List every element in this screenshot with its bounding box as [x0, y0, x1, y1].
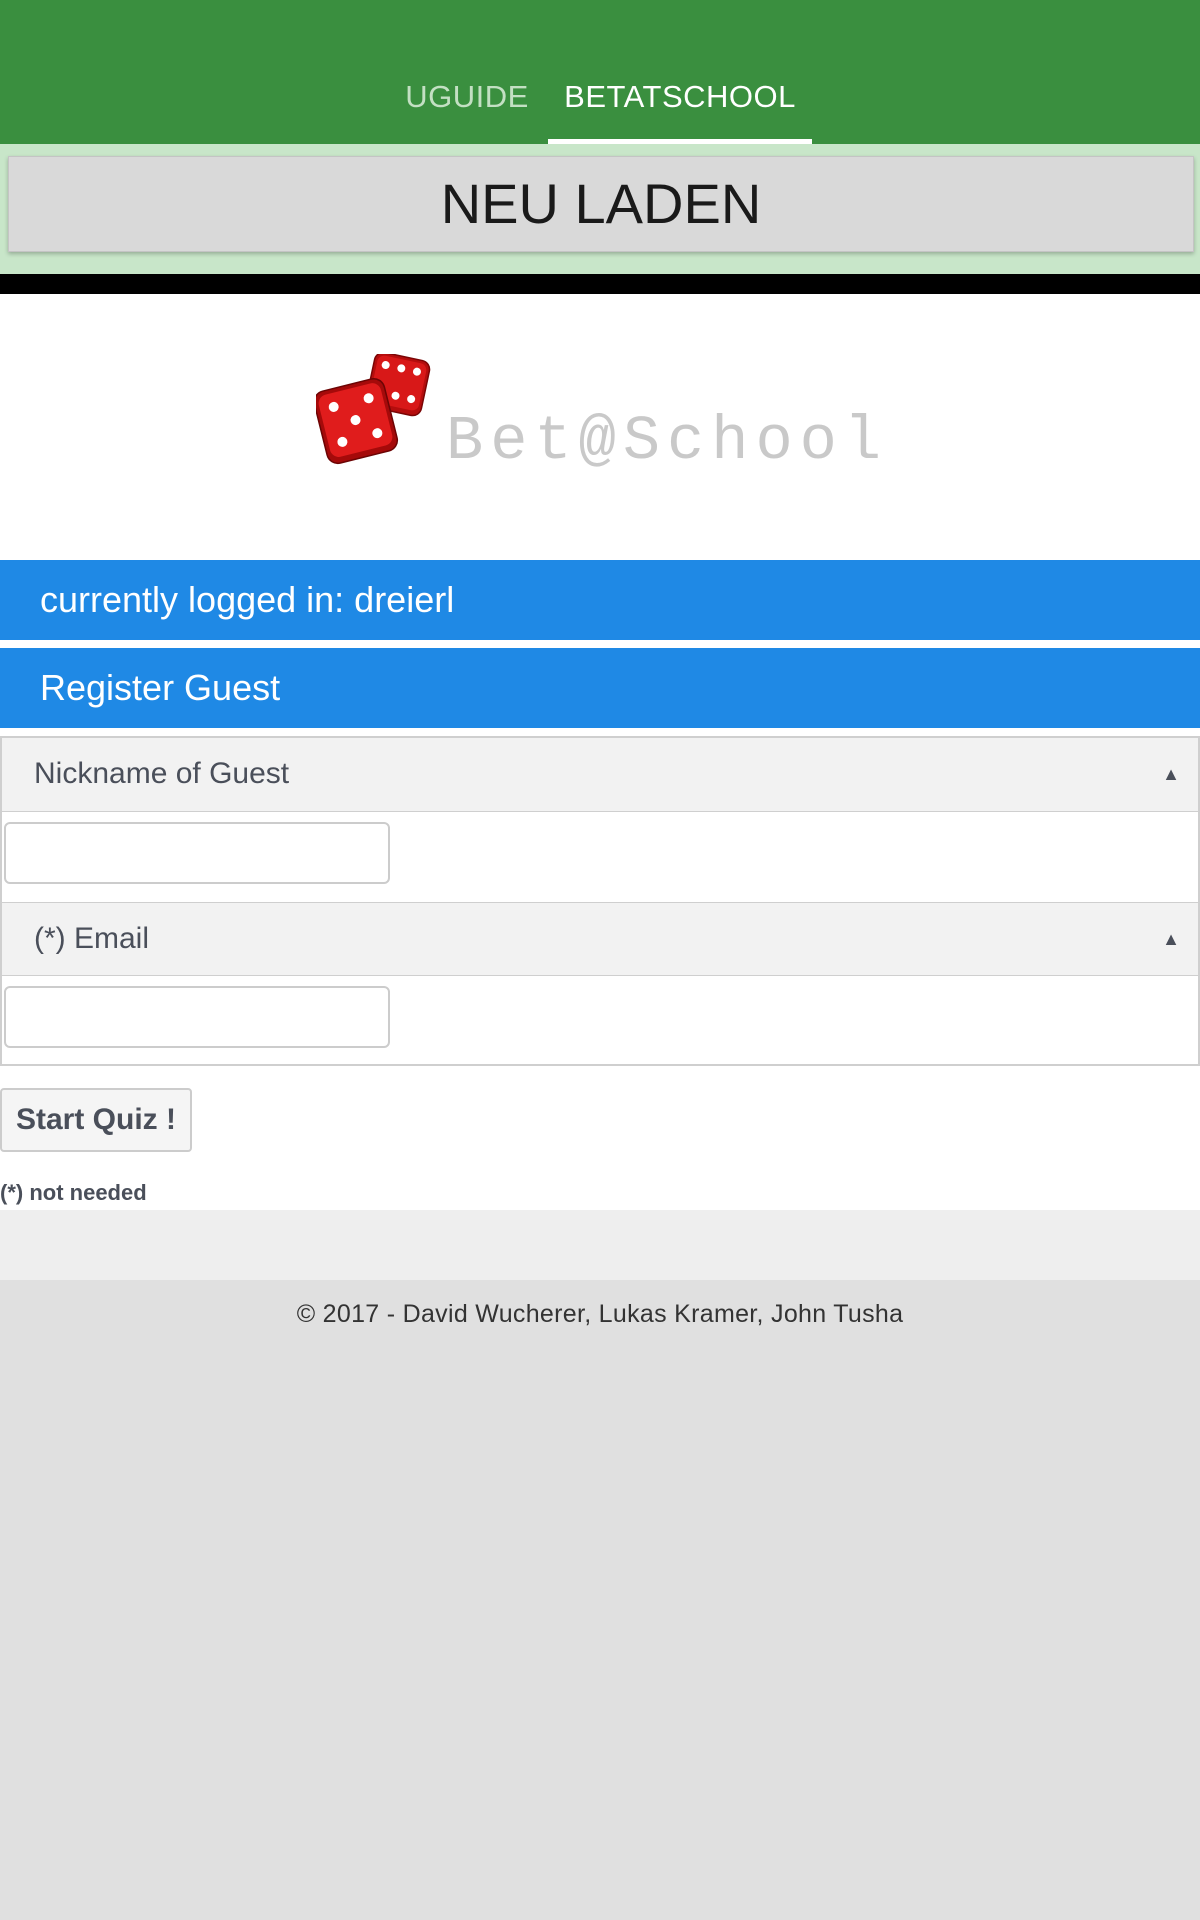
nickname-input[interactable] — [4, 822, 390, 884]
nickname-label: Nickname of Guest — [34, 757, 290, 790]
email-field-header[interactable]: (*) Email ▲ — [2, 902, 1198, 976]
page-footer: © 2017 - David Wucherer, Lukas Kramer, J… — [0, 1280, 1200, 1920]
app-top-bar: UGUIDE BETATSCHOOL — [0, 0, 1200, 144]
email-input[interactable] — [4, 986, 390, 1048]
nickname-field-header[interactable]: Nickname of Guest ▲ — [2, 738, 1198, 812]
triangle-up-icon[interactable]: ▲ — [1162, 738, 1180, 810]
reload-bar: NEU LADEN — [0, 144, 1200, 274]
main-content: Bet@School currently logged in: dreierl … — [0, 294, 1200, 1210]
page-spacer — [0, 1210, 1200, 1280]
register-guest-form: Nickname of Guest ▲ (*) Email ▲ — [0, 736, 1200, 1066]
divider-bar — [0, 274, 1200, 294]
dice-icon — [313, 351, 436, 466]
tab-betatschool[interactable]: BETATSCHOOL — [548, 72, 812, 144]
logged-in-status: currently logged in: dreierl — [0, 560, 1200, 640]
footnote-text: (*) not needed — [0, 1180, 147, 1205]
logo-text: Bet@School — [446, 406, 889, 477]
triangle-up-icon[interactable]: ▲ — [1162, 903, 1180, 975]
email-label: (*) Email — [34, 922, 150, 955]
tab-uguide[interactable]: UGUIDE — [392, 72, 542, 144]
reload-button[interactable]: NEU LADEN — [8, 156, 1194, 252]
footer-copyright: © 2017 - David Wucherer, Lukas Kramer, J… — [296, 1300, 904, 1328]
register-guest-header[interactable]: Register Guest — [0, 648, 1200, 728]
start-quiz-button[interactable]: Start Quiz ! — [0, 1088, 192, 1152]
